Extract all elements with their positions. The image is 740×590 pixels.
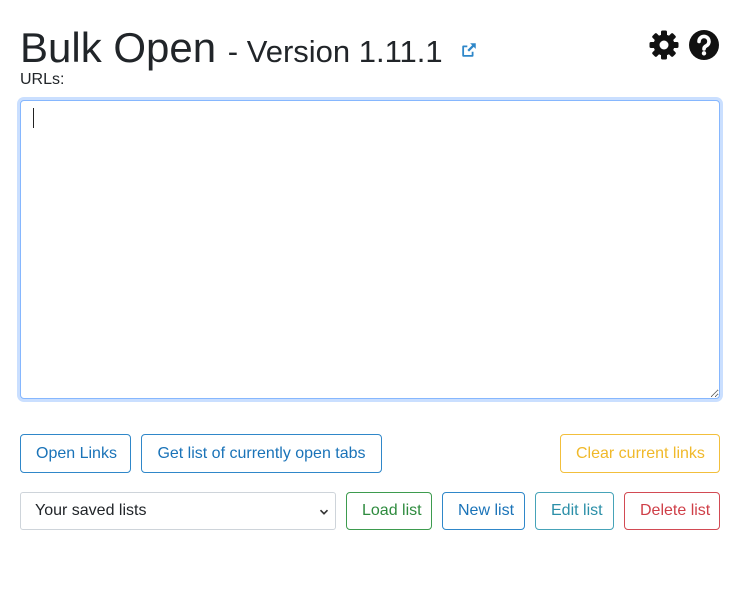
gear-icon[interactable] [648, 29, 680, 61]
version-text: - Version 1.11.1 [227, 34, 443, 69]
chevron-down-icon [319, 509, 329, 515]
open-links-button[interactable]: Open Links [20, 434, 131, 473]
get-open-tabs-button[interactable]: Get list of currently open tabs [141, 434, 382, 473]
text-caret [33, 108, 34, 128]
header-icons [648, 29, 720, 61]
saved-lists-select-value: Your saved lists [35, 502, 147, 519]
clear-links-button[interactable]: Clear current links [560, 434, 720, 473]
new-list-button[interactable]: New list [442, 492, 525, 530]
urls-label: URLs: [20, 71, 65, 88]
load-list-button[interactable]: Load list [346, 492, 432, 530]
page-title: Bulk Open - Version 1.11.1 [20, 18, 478, 79]
header: Bulk Open - Version 1.11.1 [20, 18, 720, 72]
edit-list-button[interactable]: Edit list [535, 492, 614, 530]
external-link-icon[interactable] [460, 18, 478, 57]
delete-list-button[interactable]: Delete list [624, 492, 720, 530]
saved-lists-select[interactable]: Your saved lists [20, 492, 336, 530]
question-circle-icon[interactable] [688, 29, 720, 61]
urls-textarea[interactable] [20, 100, 720, 399]
app-name: Bulk Open [20, 24, 217, 71]
